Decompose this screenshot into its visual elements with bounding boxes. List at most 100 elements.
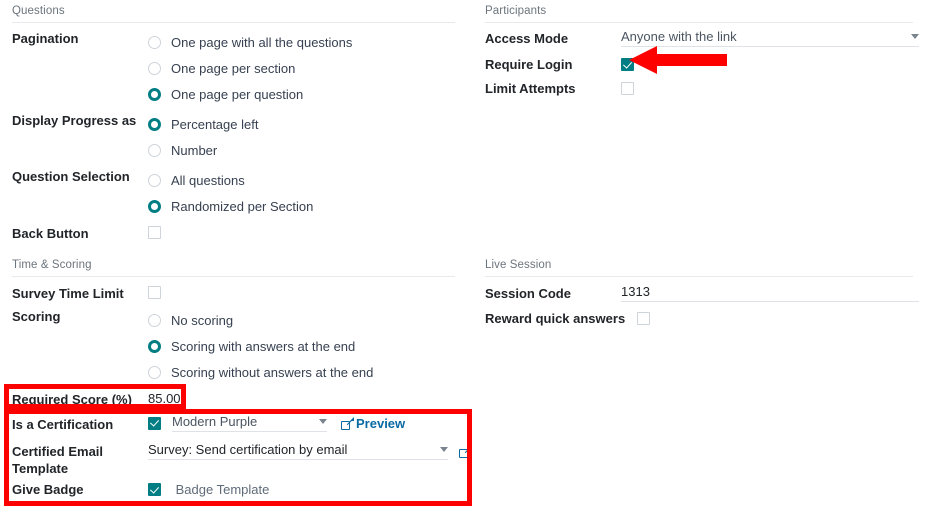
- field-value-reward-quick-answers: [637, 306, 913, 326]
- checkbox-give-badge[interactable]: [148, 483, 161, 497]
- radio-icon-scoring-without-answers[interactable]: [148, 365, 161, 379]
- field-scoring: Scoring No scoring Scoring with answers …: [12, 304, 455, 385]
- checkbox-back-button[interactable]: [148, 226, 161, 240]
- field-session-code: Session Code 1313: [485, 281, 919, 307]
- field-required-score: Required Score (%) 85.00: [12, 387, 455, 413]
- radio-icon-percentage-left[interactable]: [148, 117, 161, 131]
- radio-label-one-page-per-section: One page per section: [171, 60, 296, 76]
- select-certification-template-value: Modern Purple: [172, 414, 258, 429]
- radio-option-no-scoring[interactable]: No scoring: [148, 307, 455, 333]
- select-certified-email-template[interactable]: Survey: Send certification by email: [148, 442, 449, 460]
- group-header-time-scoring: Time & Scoring: [12, 258, 455, 277]
- radio-icon-randomized-per-section[interactable]: [148, 199, 161, 213]
- radio-option-all-questions[interactable]: All questions: [148, 167, 455, 193]
- select-access-mode[interactable]: Anyone with the link: [621, 29, 919, 47]
- checkbox-reward-quick-answers[interactable]: [637, 312, 650, 326]
- field-value-require-login: [621, 52, 913, 72]
- radio-option-one-page-per-section[interactable]: One page per section: [148, 55, 455, 81]
- input-session-code[interactable]: 1313: [621, 284, 919, 302]
- radio-label-percentage-left: Percentage left: [171, 116, 259, 132]
- field-label-survey-time-limit: Survey Time Limit: [12, 286, 124, 301]
- badge-template-link[interactable]: Badge Template: [176, 482, 270, 497]
- group-header-questions: Questions: [12, 4, 455, 23]
- field-label-display-progress: Display Progress as: [12, 113, 137, 128]
- radio-icon-number[interactable]: [148, 143, 161, 157]
- field-label-scoring: Scoring: [12, 309, 61, 324]
- field-display-progress: Display Progress as Percentage left Numb…: [12, 108, 455, 163]
- field-value-limit-attempts: [621, 76, 913, 96]
- field-value-give-badge: Badge Template: [148, 477, 455, 497]
- field-value-session-code: 1313: [621, 281, 919, 302]
- radio-option-randomized-per-section[interactable]: Randomized per Section: [148, 193, 455, 219]
- select-certification-template[interactable]: Modern Purple: [172, 414, 327, 432]
- field-value-required-score: 85.00: [148, 387, 455, 406]
- field-label-certified-email-template-line2: Template: [12, 461, 69, 476]
- radio-icon-no-scoring[interactable]: [148, 313, 161, 327]
- field-label-give-badge: Give Badge: [12, 482, 84, 497]
- radio-option-one-page-per-question[interactable]: One page per question: [148, 81, 455, 107]
- field-label-reward-quick-answers: Reward quick answers: [485, 311, 626, 326]
- field-label-session-code: Session Code: [485, 286, 571, 301]
- field-give-badge: Give Badge Badge Template: [12, 477, 455, 503]
- radio-option-number[interactable]: Number: [148, 137, 455, 163]
- radio-label-all-questions: All questions: [171, 172, 245, 188]
- checkbox-survey-time-limit[interactable]: [148, 286, 161, 300]
- field-label-certified-email-template-line1: Certified Email: [12, 444, 104, 459]
- field-reward-quick-answers: Reward quick answers: [485, 306, 913, 332]
- field-value-back-button: [148, 221, 455, 240]
- radio-icon-one-page-per-question[interactable]: [148, 87, 161, 101]
- preview-link-label: Preview: [356, 415, 406, 431]
- radio-group-scoring: No scoring Scoring with answers at the e…: [148, 304, 455, 385]
- radio-group-question-selection: All questions Randomized per Section: [148, 164, 455, 219]
- external-link-icon: [341, 416, 354, 430]
- field-pagination: Pagination One page with all the questio…: [12, 26, 455, 107]
- field-value-survey-time-limit: [148, 281, 455, 300]
- field-limit-attempts: Limit Attempts: [485, 76, 913, 102]
- radio-group-pagination: One page with all the questions One page…: [148, 26, 455, 107]
- external-link-icon-email-template[interactable]: [459, 444, 472, 458]
- chevron-down-icon-email-template: [440, 447, 449, 452]
- radio-label-number: Number: [171, 142, 218, 158]
- checkbox-is-a-certification[interactable]: [148, 416, 161, 430]
- preview-link[interactable]: Preview: [341, 416, 405, 431]
- radio-label-randomized-per-section: Randomized per Section: [171, 198, 314, 214]
- input-session-code-value: 1313: [621, 284, 650, 299]
- radio-label-one-page-per-question: One page per question: [171, 86, 304, 102]
- input-required-score[interactable]: 85.00: [148, 390, 181, 406]
- radio-icon-scoring-with-answers[interactable]: [148, 339, 161, 353]
- field-label-is-a-certification: Is a Certification: [12, 417, 114, 432]
- field-require-login: Require Login: [485, 52, 913, 78]
- field-back-button: Back Button: [12, 221, 455, 247]
- field-label-pagination: Pagination: [12, 31, 79, 46]
- radio-option-percentage-left[interactable]: Percentage left: [148, 111, 455, 137]
- survey-settings-form: Questions Pagination One page with all t…: [0, 0, 930, 522]
- radio-option-one-page-all[interactable]: One page with all the questions: [148, 29, 455, 55]
- field-certified-email-template: Certified Email Template Survey: Send ce…: [12, 439, 472, 477]
- radio-option-scoring-with-answers[interactable]: Scoring with answers at the end: [148, 333, 455, 359]
- field-label-access-mode: Access Mode: [485, 31, 569, 46]
- radio-label-scoring-without-answers: Scoring without answers at the end: [171, 364, 374, 380]
- radio-icon-all-questions[interactable]: [148, 173, 161, 187]
- group-header-live-session: Live Session: [485, 258, 913, 277]
- radio-label-one-page-all: One page with all the questions: [171, 34, 353, 50]
- select-access-mode-value: Anyone with the link: [621, 29, 737, 44]
- field-question-selection: Question Selection All questions Randomi…: [12, 164, 455, 219]
- field-label-question-selection: Question Selection: [12, 169, 130, 184]
- checkbox-limit-attempts[interactable]: [621, 82, 634, 96]
- field-value-access-mode: Anyone with the link: [621, 26, 919, 47]
- field-label-back-button: Back Button: [12, 226, 89, 241]
- field-value-certified-email-template: Survey: Send certification by email: [148, 439, 472, 460]
- radio-group-display-progress: Percentage left Number: [148, 108, 455, 163]
- radio-option-scoring-without-answers[interactable]: Scoring without answers at the end: [148, 359, 455, 385]
- radio-icon-one-page-all[interactable]: [148, 35, 161, 49]
- radio-label-no-scoring: No scoring: [171, 312, 234, 328]
- group-header-participants: Participants: [485, 4, 913, 23]
- field-access-mode: Access Mode Anyone with the link: [485, 26, 919, 52]
- field-label-require-login: Require Login: [485, 57, 573, 72]
- chevron-down-icon-access-mode: [911, 34, 919, 39]
- radio-icon-one-page-per-section[interactable]: [148, 61, 161, 75]
- field-label-required-score: Required Score (%): [12, 392, 132, 407]
- field-is-a-certification: Is a Certification Modern Purple Preview: [12, 412, 455, 438]
- checkbox-require-login[interactable]: [621, 58, 634, 72]
- field-label-certified-email-template: Certified Email Template: [12, 439, 148, 477]
